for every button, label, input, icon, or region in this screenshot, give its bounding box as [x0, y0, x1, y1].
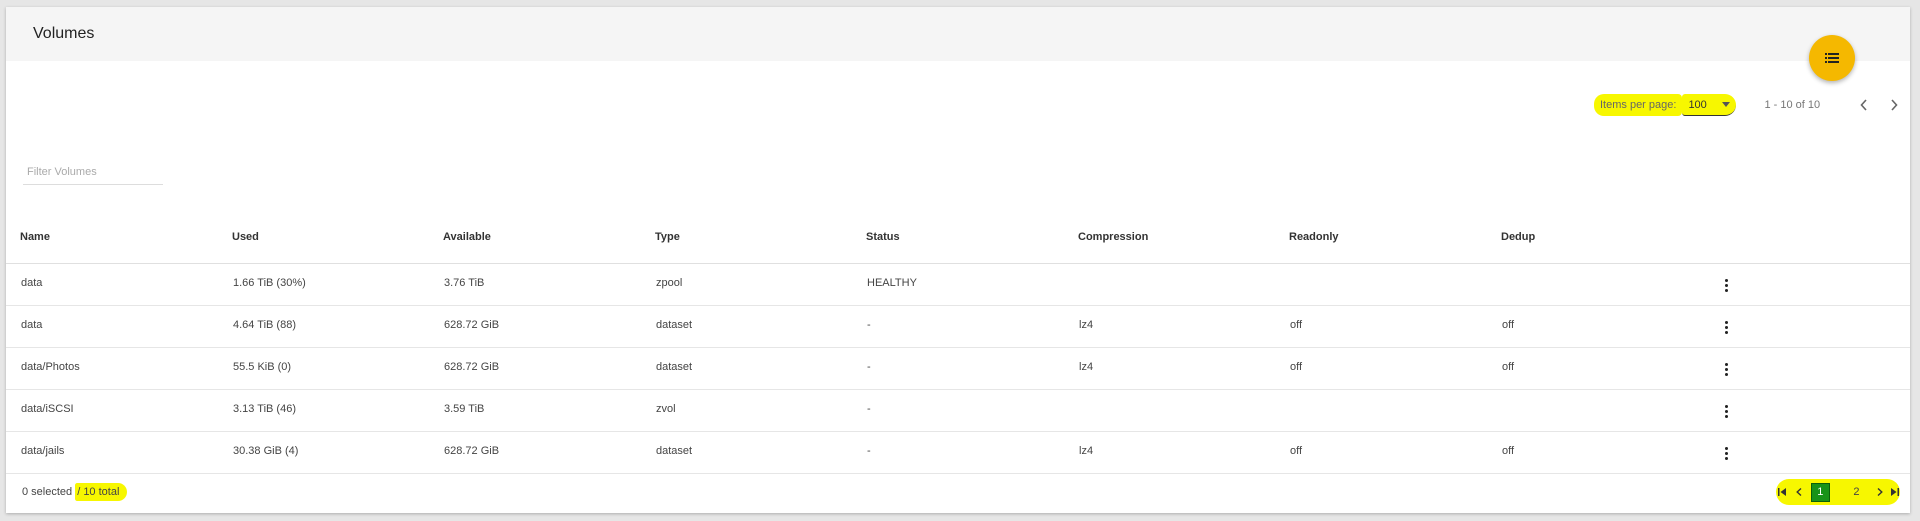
next-page-button[interactable] [1882, 93, 1906, 117]
bottom-pager: 1 2 [1776, 479, 1900, 505]
row-actions-menu-icon[interactable] [1718, 361, 1734, 377]
column-header-readonly[interactable]: Readonly [1289, 231, 1339, 243]
last-page-icon [1890, 488, 1899, 496]
cell-dedup: off [1502, 361, 1515, 373]
column-header-compression[interactable]: Compression [1078, 231, 1148, 243]
table-row[interactable]: data/Photos 55.5 KiB (0) 628.72 GiB data… [6, 348, 1910, 390]
table-row[interactable]: data 4.64 TiB (88) 628.72 GiB dataset - … [6, 306, 1910, 348]
cell-compression: lz4 [1079, 361, 1094, 373]
cell-used: 1.66 TiB (30%) [233, 277, 306, 289]
chevron-right-icon [1877, 488, 1883, 496]
cell-readonly: off [1290, 361, 1303, 373]
cell-status: - [867, 361, 871, 373]
cell-used: 4.64 TiB (88) [233, 319, 296, 331]
page-2-button[interactable]: 2 [1850, 483, 1863, 501]
cell-type: dataset [656, 361, 693, 373]
table-row[interactable]: data/iSCSI 3.13 TiB (46) 3.59 TiB zvol - [6, 390, 1910, 432]
cell-readonly: off [1290, 319, 1303, 331]
prev-page-button[interactable] [1793, 483, 1804, 501]
column-header-available[interactable]: Available [443, 231, 491, 243]
card-header: Volumes [6, 7, 1910, 61]
previous-page-button[interactable] [1852, 93, 1876, 117]
table-row[interactable]: data/jails 30.38 GiB (4) 628.72 GiB data… [6, 432, 1910, 474]
cell-status: - [867, 403, 871, 415]
cell-name: data/Photos [21, 361, 80, 373]
cell-name: data/iSCSI [21, 403, 74, 415]
cell-status: HEALTHY [867, 277, 917, 289]
first-page-icon [1778, 488, 1787, 496]
column-header-used[interactable]: Used [232, 231, 259, 243]
page-1-button[interactable]: 1 [1810, 482, 1830, 502]
cell-type: dataset [656, 445, 693, 457]
cell-readonly: off [1290, 445, 1303, 457]
page-title: Volumes [33, 25, 95, 42]
cell-status: - [867, 319, 871, 331]
volumes-card: Volumes Items per page: 100 1 - 10 of 10… [6, 7, 1910, 513]
row-actions-menu-icon[interactable] [1718, 403, 1734, 419]
table-row[interactable]: data 1.66 TiB (30%) 3.76 TiB zpool HEALT… [6, 264, 1910, 306]
cell-available: 3.76 TiB [444, 277, 485, 289]
cell-compression: lz4 [1079, 445, 1094, 457]
selected-count: 0 selected [22, 486, 76, 498]
cell-available: 628.72 GiB [444, 361, 500, 373]
chevron-left-icon [1796, 488, 1802, 496]
items-per-page-value: 100 [1688, 98, 1707, 111]
chevron-right-icon [1891, 99, 1898, 111]
column-header-name[interactable]: Name [20, 231, 50, 243]
cell-dedup: off [1502, 319, 1515, 331]
actions-fab-button[interactable] [1809, 35, 1855, 81]
page-range-label: 1 - 10 of 10 [1764, 99, 1821, 111]
cell-type: zvol [656, 403, 676, 415]
last-page-button[interactable] [1889, 483, 1900, 501]
filter-volumes-input[interactable] [23, 159, 163, 185]
first-page-button[interactable] [1776, 483, 1789, 501]
dropdown-arrow-icon [1722, 102, 1731, 107]
total-count: / 10 total [75, 483, 128, 501]
cell-status: - [867, 445, 871, 457]
cell-compression: lz4 [1079, 319, 1094, 331]
table-header: Name Used Available Type Status Compress… [6, 215, 1910, 264]
chevron-left-icon [1860, 99, 1867, 111]
cell-type: dataset [656, 319, 693, 331]
volumes-table: Name Used Available Type Status Compress… [6, 215, 1910, 474]
items-per-page-label: Items per page: [1594, 94, 1683, 116]
next-page-button[interactable] [1875, 483, 1885, 501]
list-icon [1825, 53, 1839, 63]
row-actions-menu-icon[interactable] [1718, 319, 1734, 335]
cell-used: 3.13 TiB (46) [233, 403, 296, 415]
column-header-type[interactable]: Type [655, 231, 680, 243]
column-header-status[interactable]: Status [866, 231, 900, 243]
cell-available: 628.72 GiB [444, 445, 500, 457]
cell-name: data [21, 319, 43, 331]
cell-type: zpool [656, 277, 683, 289]
top-paginator: Items per page: 100 1 - 10 of 10 [1594, 93, 1906, 117]
cell-used: 30.38 GiB (4) [233, 445, 299, 457]
cell-used: 55.5 KiB (0) [233, 361, 292, 373]
cell-name: data [21, 277, 43, 289]
cell-dedup: off [1502, 445, 1515, 457]
column-header-dedup[interactable]: Dedup [1501, 231, 1535, 243]
selection-summary: 0 selected / 10 total [22, 483, 128, 501]
cell-name: data/jails [21, 445, 65, 457]
cell-available: 3.59 TiB [444, 403, 485, 415]
cell-available: 628.72 GiB [444, 319, 500, 331]
row-actions-menu-icon[interactable] [1718, 277, 1734, 293]
items-per-page-select[interactable]: 100 [1682, 94, 1737, 116]
row-actions-menu-icon[interactable] [1718, 445, 1734, 461]
